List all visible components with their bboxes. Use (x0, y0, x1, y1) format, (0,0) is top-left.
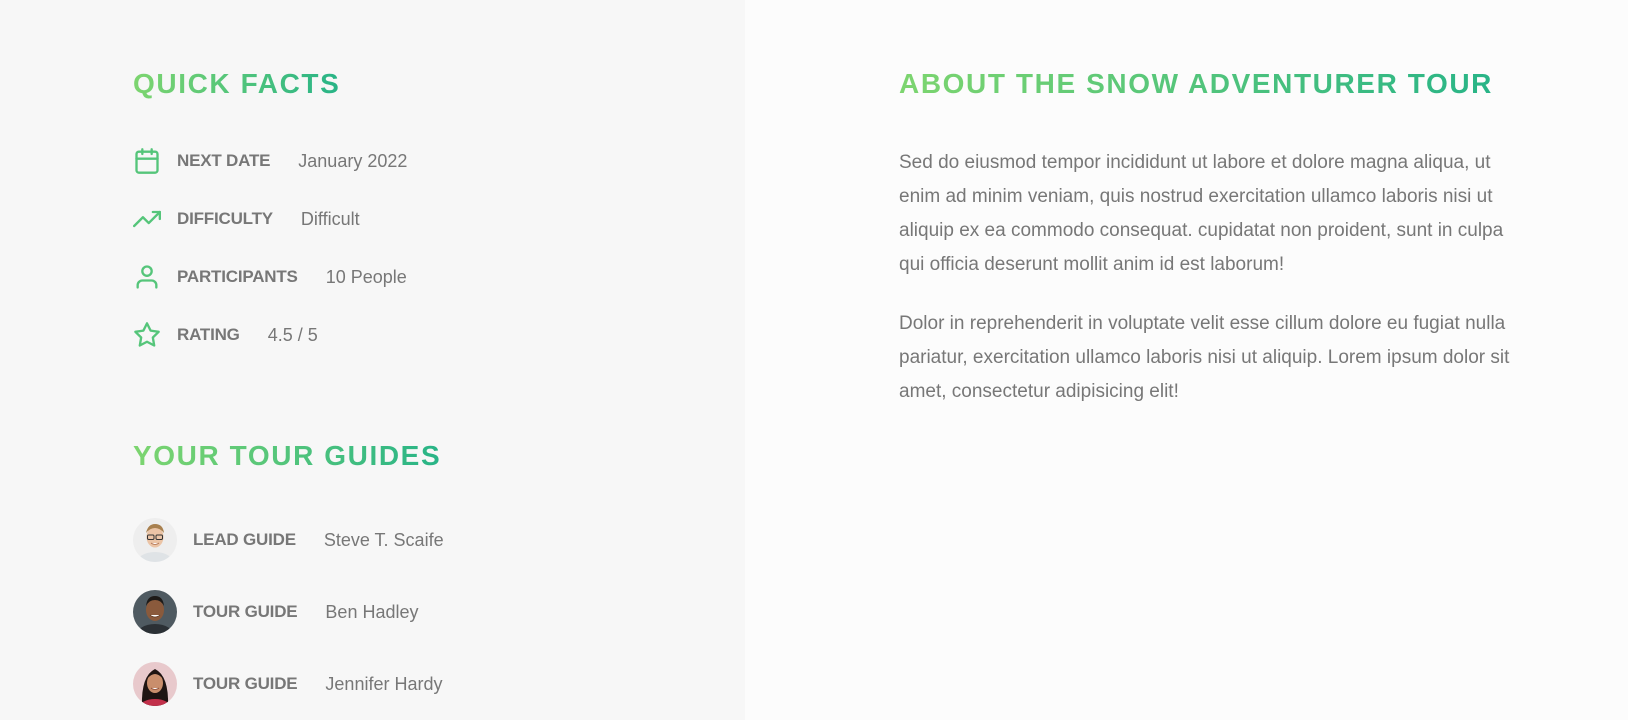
calendar-icon (133, 147, 161, 175)
guide-role: TOUR GUIDE (193, 602, 298, 621)
avatar (133, 518, 177, 562)
fact-value: January 2022 (298, 150, 408, 171)
fact-label: NEXT DATE (177, 151, 271, 170)
guide-tour-2: TOUR GUIDE Jennifer Hardy (133, 662, 442, 706)
guide-role: LEAD GUIDE (193, 530, 296, 549)
about-heading: About the Snow Adventurer Tour (899, 68, 1493, 99)
fact-next-date: NEXT DATE January 2022 (133, 146, 407, 176)
fact-label: RATING (177, 325, 240, 344)
star-icon (133, 321, 161, 349)
tour-guides-heading: Your Tour Guides (133, 440, 442, 471)
about-panel: About the Snow Adventurer Tour Sed do ei… (745, 0, 1628, 720)
guide-tour-1: TOUR GUIDE Ben Hadley (133, 590, 418, 634)
fact-value: 10 People (325, 266, 407, 287)
quick-facts-heading: Quick Facts (133, 68, 341, 99)
guide-name: Jennifer Hardy (325, 673, 443, 694)
guide-name: Ben Hadley (325, 601, 419, 622)
quick-facts-panel: Quick Facts NEXT DATE January 2022 DIFFI… (0, 0, 745, 720)
guide-name: Steve T. Scaife (323, 529, 444, 550)
about-paragraph: Sed do eiusmod tempor incididunt ut labo… (899, 152, 1504, 275)
guide-role: TOUR GUIDE (193, 674, 298, 693)
fact-value: Difficult (300, 208, 360, 229)
fact-rating: RATING 4.5 / 5 (133, 320, 318, 350)
fact-difficulty: DIFFICULTY Difficult (133, 204, 360, 234)
fact-label: DIFFICULTY (177, 209, 273, 228)
fact-value: 4.5 / 5 (267, 324, 318, 345)
fact-participants: PARTICIPANTS 10 People (133, 262, 407, 292)
avatar (133, 590, 177, 634)
guide-lead: LEAD GUIDE Steve T. Scaife (133, 518, 444, 562)
avatar (133, 662, 177, 706)
trending-up-icon (133, 205, 161, 233)
fact-label: PARTICIPANTS (177, 267, 298, 286)
about-paragraph: Dolor in reprehenderit in voluptate veli… (899, 313, 1510, 402)
user-icon (133, 263, 161, 291)
